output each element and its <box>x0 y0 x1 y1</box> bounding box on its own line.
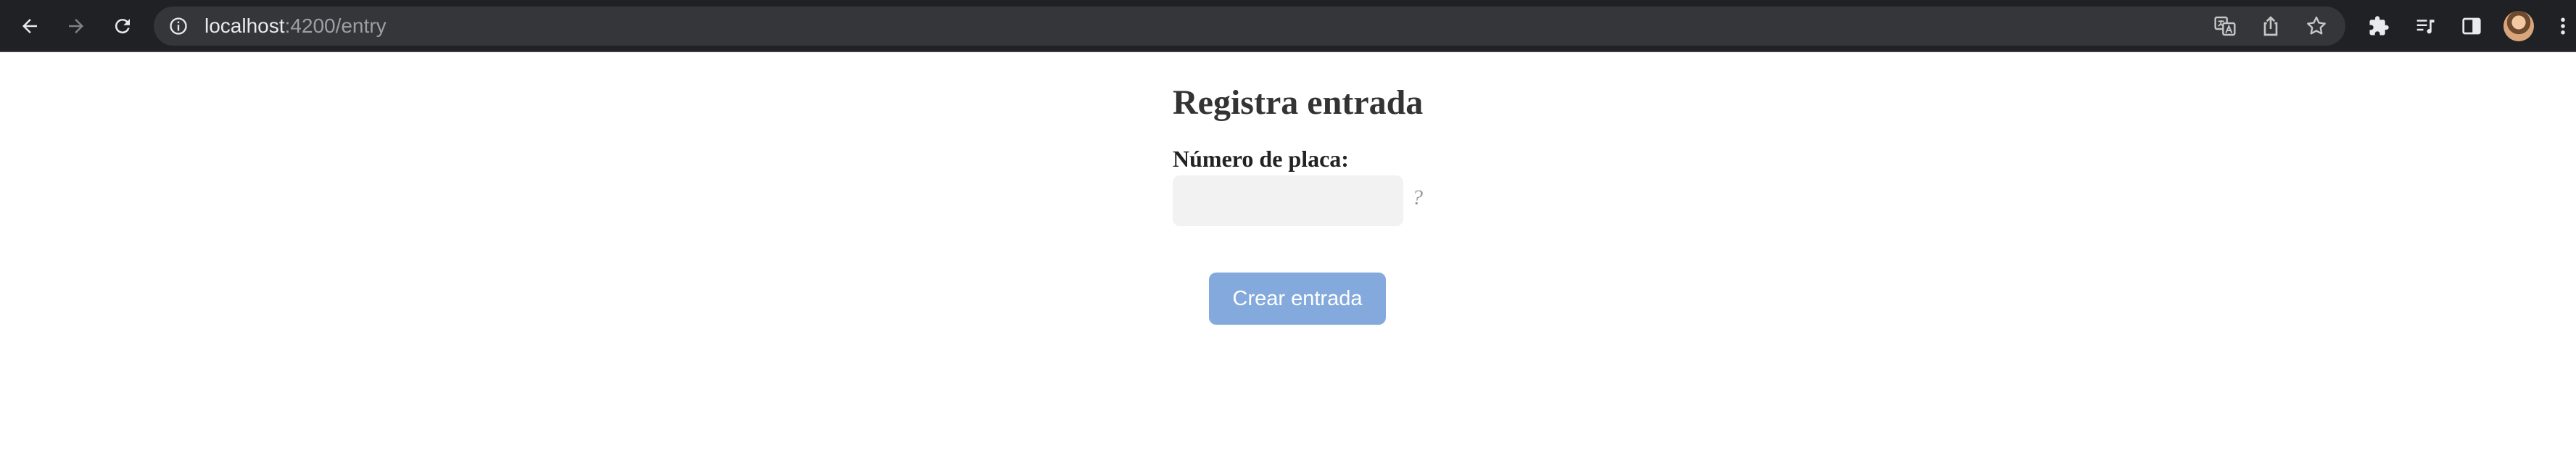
reading-list-button[interactable] <box>2411 12 2440 41</box>
entry-form: Registra entrada Número de placa: ? Crea… <box>1173 81 1434 325</box>
page-title: Registra entrada <box>1173 83 1424 122</box>
kebab-menu-icon <box>2561 17 2565 35</box>
puzzle-icon <box>2369 16 2389 36</box>
forward-button[interactable] <box>62 12 91 41</box>
browser-toolbar: localhost:4200/entry <box>0 0 2576 52</box>
share-icon[interactable] <box>2259 14 2282 38</box>
translate-icon[interactable] <box>2213 14 2237 38</box>
page-viewport: Registra entrada Número de placa: ? Crea… <box>0 52 2576 461</box>
menu-button[interactable] <box>2550 12 2576 41</box>
profile-avatar[interactable] <box>2503 11 2534 41</box>
info-icon[interactable] <box>168 16 189 36</box>
plate-number-label: Número de placa: <box>1173 146 1349 172</box>
side-panel-icon <box>2462 17 2481 35</box>
url-host: localhost <box>205 14 285 37</box>
create-entry-button[interactable]: Crear entrada <box>1209 273 1386 325</box>
reload-icon <box>115 19 130 34</box>
help-hint: ? <box>1412 186 1423 209</box>
back-button[interactable] <box>15 12 44 41</box>
reload-button[interactable] <box>108 12 137 41</box>
star-icon[interactable] <box>2305 14 2328 38</box>
side-panel-button[interactable] <box>2457 12 2486 41</box>
plate-input-row: ? <box>1173 175 1434 228</box>
url-path: :4200/entry <box>284 14 387 37</box>
url-text: localhost:4200/entry <box>205 7 387 46</box>
arrow-left-icon <box>22 19 37 33</box>
plate-number-input[interactable] <box>1173 175 1403 226</box>
address-bar[interactable]: localhost:4200/entry <box>154 7 2345 46</box>
arrow-right-icon <box>69 19 83 33</box>
reading-list-icon <box>2416 20 2435 34</box>
extensions-button[interactable] <box>2364 12 2393 41</box>
